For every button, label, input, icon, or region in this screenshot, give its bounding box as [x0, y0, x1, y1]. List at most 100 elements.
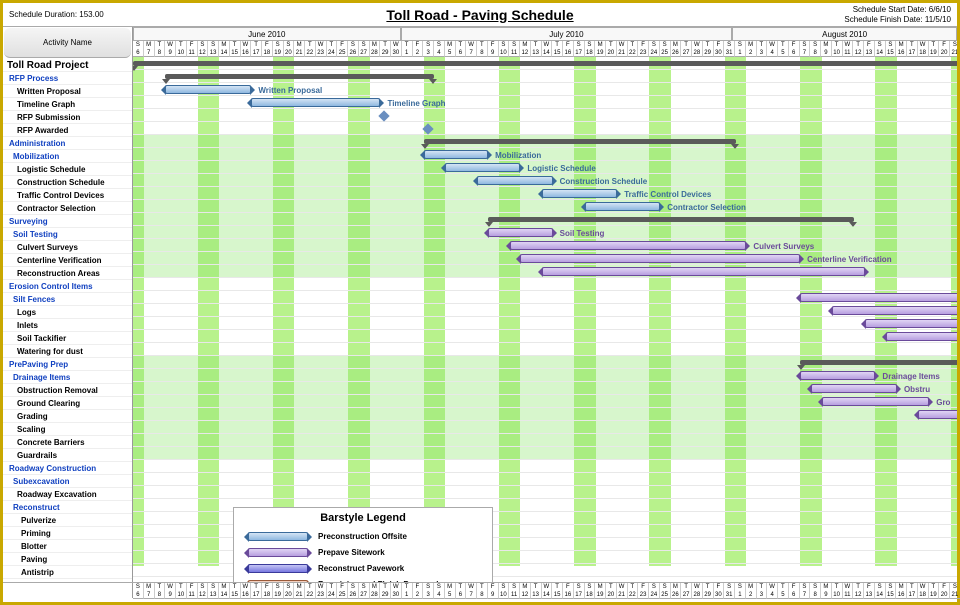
- gantt-bar[interactable]: [918, 410, 957, 419]
- gantt-bar[interactable]: Drainage Items: [800, 371, 875, 380]
- activity-row[interactable]: PrePaving Prep: [3, 358, 132, 371]
- gantt-chart[interactable]: June 2010July 2010August 2010 S6M7T8W9T1…: [133, 27, 957, 582]
- activity-row[interactable]: Reconstruct: [3, 501, 132, 514]
- day-header: S1: [735, 41, 746, 57]
- activity-row[interactable]: Administration: [3, 137, 132, 150]
- day-header: W28: [692, 583, 703, 599]
- activity-row[interactable]: Pulverize: [3, 514, 132, 527]
- day-header: T15: [230, 41, 241, 57]
- chart-body[interactable]: Barstyle Legend Preconstruction OffsiteP…: [133, 57, 957, 566]
- gantt-bar[interactable]: Culvert Surveys: [510, 241, 747, 250]
- activity-row[interactable]: Inlets: [3, 319, 132, 332]
- day-header: M7: [144, 41, 155, 57]
- activity-row[interactable]: Grading: [3, 410, 132, 423]
- day-header: T8: [155, 41, 166, 57]
- activity-row[interactable]: Reconstruction Areas: [3, 267, 132, 280]
- gantt-bar[interactable]: Contractor Selection: [585, 202, 660, 211]
- activity-row[interactable]: Concrete Barriers: [3, 436, 132, 449]
- gantt-bar[interactable]: [800, 293, 957, 302]
- activity-row[interactable]: Guardrails: [3, 449, 132, 462]
- day-header: M14: [219, 41, 230, 57]
- day-header: T17: [251, 583, 262, 599]
- activity-row[interactable]: RFP Submission: [3, 111, 132, 124]
- activity-row[interactable]: RFP Process: [3, 72, 132, 85]
- gantt-row: Drainage Items: [133, 369, 957, 382]
- legend-label: Preconstruction Offsite: [318, 532, 407, 541]
- day-header: T20: [606, 583, 617, 599]
- gantt-bar[interactable]: Soil Testing: [488, 228, 553, 237]
- day-header: W21: [617, 583, 628, 599]
- gantt-bar[interactable]: [133, 61, 957, 66]
- activity-row[interactable]: Roadway Construction: [3, 462, 132, 475]
- activity-row[interactable]: Roadway Excavation: [3, 488, 132, 501]
- legend-label: Prepave Sitework: [318, 548, 385, 557]
- activity-row[interactable]: Mobilization: [3, 150, 132, 163]
- activity-row[interactable]: Contractor Selection: [3, 202, 132, 215]
- bar-label: Soil Testing: [560, 229, 605, 238]
- day-header: S20: [284, 41, 295, 57]
- gantt-bar[interactable]: Construction Schedule: [477, 176, 552, 185]
- gantt-bar[interactable]: Obstru: [811, 384, 897, 393]
- activity-row[interactable]: Obstruction Removal: [3, 384, 132, 397]
- day-header: T19: [929, 583, 940, 599]
- day-header: S12: [198, 583, 209, 599]
- day-header: S17: [574, 583, 585, 599]
- activity-row[interactable]: Drainage Items: [3, 371, 132, 384]
- activity-row[interactable]: Erosion Control Items: [3, 280, 132, 293]
- activity-row[interactable]: Silt Fences: [3, 293, 132, 306]
- activity-row[interactable]: Timeline Graph: [3, 98, 132, 111]
- day-header: S7: [800, 583, 811, 599]
- activity-row[interactable]: Traffic Control Devices: [3, 189, 132, 202]
- activity-row[interactable]: Surveying: [3, 215, 132, 228]
- day-header: T27: [681, 41, 692, 57]
- gantt-bar[interactable]: [542, 267, 865, 276]
- gantt-bar[interactable]: Timeline Graph: [251, 98, 380, 107]
- gantt-bar[interactable]: [165, 74, 434, 79]
- gantt-bar[interactable]: [865, 319, 957, 328]
- activity-row[interactable]: Watering for dust: [3, 345, 132, 358]
- activity-row[interactable]: Centerline Verification: [3, 254, 132, 267]
- activity-row[interactable]: Toll Road Project: [3, 59, 132, 72]
- activity-row[interactable]: Ground Clearing: [3, 397, 132, 410]
- activity-row[interactable]: RFP Awarded: [3, 124, 132, 137]
- activity-row[interactable]: Soil Tackifier: [3, 332, 132, 345]
- activity-row[interactable]: Paving: [3, 553, 132, 566]
- activity-row[interactable]: Antistrip: [3, 566, 132, 579]
- gantt-bar[interactable]: Gro: [822, 397, 930, 406]
- day-header: M28: [370, 583, 381, 599]
- activity-row[interactable]: Priming: [3, 527, 132, 540]
- activity-row[interactable]: Subexcavation: [3, 475, 132, 488]
- activity-row[interactable]: Lift: [3, 579, 132, 582]
- activity-row[interactable]: Construction Schedule: [3, 176, 132, 189]
- day-header: S10: [499, 41, 510, 57]
- day-header: M26: [671, 41, 682, 57]
- milestone-icon[interactable]: [422, 123, 433, 134]
- day-header: W7: [466, 41, 477, 57]
- activity-row[interactable]: Scaling: [3, 423, 132, 436]
- gantt-bar[interactable]: [886, 332, 957, 341]
- gantt-bar[interactable]: [424, 139, 736, 144]
- gantt-bar[interactable]: Centerline Verification: [520, 254, 800, 263]
- gantt-bar[interactable]: [488, 217, 854, 222]
- gantt-bar[interactable]: Traffic Control Devices: [542, 189, 617, 198]
- gantt-bar[interactable]: [800, 360, 957, 365]
- gantt-bar[interactable]: Logistic Schedule: [445, 163, 520, 172]
- activity-row[interactable]: Culvert Surveys: [3, 241, 132, 254]
- milestone-icon[interactable]: [379, 110, 390, 121]
- activity-row[interactable]: Soil Testing: [3, 228, 132, 241]
- activity-row[interactable]: Written Proposal: [3, 85, 132, 98]
- day-header: S15: [886, 41, 897, 57]
- bar-label: Contractor Selection: [667, 203, 746, 212]
- day-header: M12: [520, 41, 531, 57]
- day-header: T15: [552, 41, 563, 57]
- activity-row[interactable]: Logs: [3, 306, 132, 319]
- activity-name-header[interactable]: Activity Name: [4, 28, 131, 58]
- gantt-row: [133, 291, 957, 304]
- day-header: S14: [875, 583, 886, 599]
- gantt-bar[interactable]: Written Proposal: [165, 85, 251, 94]
- gantt-bar[interactable]: Mobilization: [424, 150, 489, 159]
- bar-label: Logistic Schedule: [527, 164, 595, 173]
- gantt-bar[interactable]: [832, 306, 957, 315]
- activity-row[interactable]: Blotter: [3, 540, 132, 553]
- activity-row[interactable]: Logistic Schedule: [3, 163, 132, 176]
